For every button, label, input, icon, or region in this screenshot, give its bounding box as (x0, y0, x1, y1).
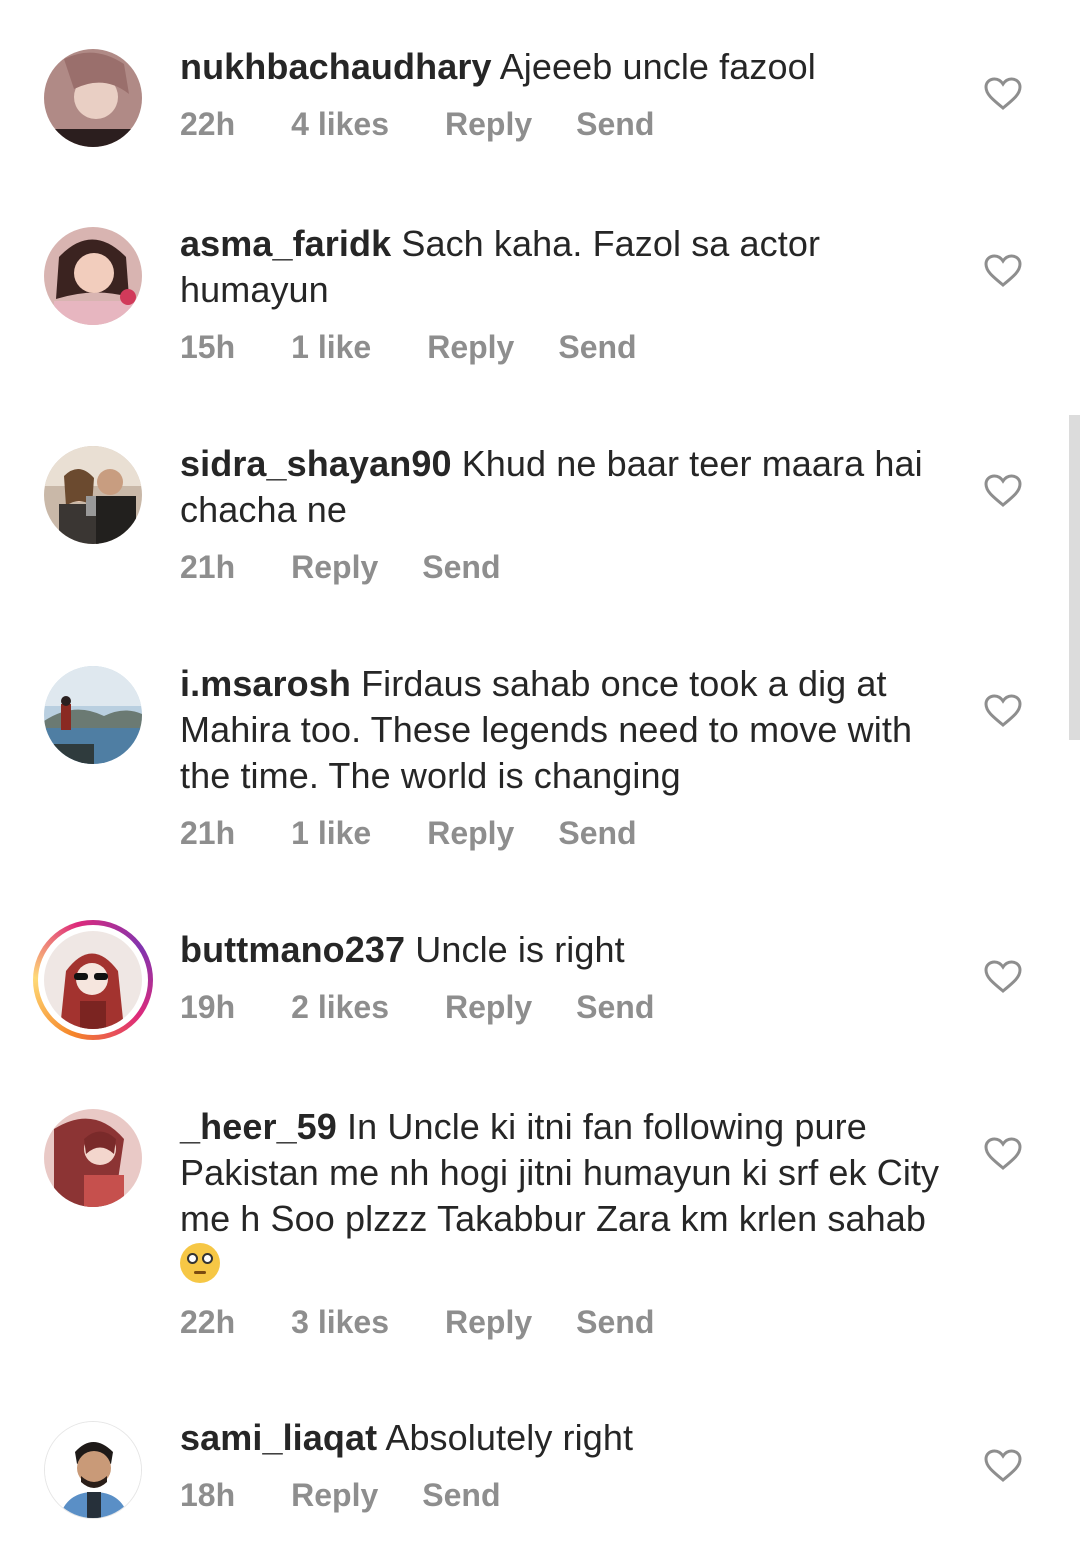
comment-body: Uncle is right (415, 929, 625, 970)
comment-username[interactable]: i.msarosh (180, 663, 351, 704)
comment-text: buttmano237 Uncle is right (180, 927, 960, 973)
send-button[interactable]: Send (422, 547, 500, 587)
comment-username[interactable]: _heer_59 (180, 1106, 337, 1147)
story-ring[interactable] (33, 920, 153, 1040)
send-button[interactable]: Send (576, 987, 654, 1027)
avatar[interactable] (44, 227, 142, 325)
heart-icon[interactable] (984, 1137, 1022, 1171)
send-button[interactable]: Send (576, 1302, 654, 1342)
comment-time: 18h (180, 1477, 236, 1513)
comment-likes[interactable]: 2 likes (291, 987, 389, 1027)
send-button[interactable]: Send (558, 813, 636, 853)
comment-meta: 22h 3 likes Reply Send (180, 1302, 960, 1342)
scrollbar[interactable] (1069, 415, 1080, 740)
reply-button[interactable]: Reply (291, 1475, 378, 1515)
reply-button[interactable]: Reply (445, 1302, 532, 1342)
reply-button[interactable]: Reply (291, 547, 378, 587)
avatar[interactable] (44, 446, 142, 544)
heart-icon[interactable] (984, 77, 1022, 111)
avatar[interactable] (44, 931, 142, 1029)
comment-body: Absolutely right (385, 1417, 634, 1458)
face-with-rolling-eyes-icon (180, 1243, 220, 1283)
send-button[interactable]: Send (422, 1475, 500, 1515)
heart-icon[interactable] (984, 694, 1022, 728)
reply-button[interactable]: Reply (445, 104, 532, 144)
comment-meta: 21h 1 like Reply Send (180, 813, 960, 853)
comment-text: sami_liaqat Absolutely right (180, 1415, 960, 1461)
heart-icon[interactable] (984, 254, 1022, 288)
comment-text: sidra_shayan90 Khud ne baar teer maara h… (180, 441, 960, 533)
avatar[interactable] (44, 1421, 142, 1519)
comment-likes[interactable]: 4 likes (291, 104, 389, 144)
comment-username[interactable]: asma_faridk (180, 223, 391, 264)
heart-icon[interactable] (984, 1449, 1022, 1483)
reply-button[interactable]: Reply (445, 987, 532, 1027)
send-button[interactable]: Send (558, 327, 636, 367)
comment-time: 15h (180, 329, 236, 365)
reply-button[interactable]: Reply (427, 327, 514, 367)
comment-body: Ajeeeb uncle fazool (499, 46, 816, 87)
comment-time: 21h (180, 815, 236, 851)
reply-button[interactable]: Reply (427, 813, 514, 853)
comment-text: _heer_59 In Uncle ki itni fan following … (180, 1104, 960, 1288)
heart-icon[interactable] (984, 960, 1022, 994)
send-button[interactable]: Send (576, 104, 654, 144)
comment-meta: 22h 4 likes Reply Send (180, 104, 960, 144)
avatar[interactable] (44, 666, 142, 764)
comment-meta: 18h Reply Send (180, 1475, 960, 1515)
comment-meta: 19h 2 likes Reply Send (180, 987, 960, 1027)
comment-username[interactable]: nukhbachaudhary (180, 46, 492, 87)
comment-text: i.msarosh Firdaus sahab once took a dig … (180, 661, 960, 799)
comment-meta: 21h Reply Send (180, 547, 960, 587)
comment-username[interactable]: sidra_shayan90 (180, 443, 452, 484)
comment-time: 22h (180, 1304, 236, 1340)
avatar[interactable] (44, 49, 142, 147)
comment-username[interactable]: sami_liaqat (180, 1417, 377, 1458)
comment-username[interactable]: buttmano237 (180, 929, 405, 970)
comment-time: 21h (180, 549, 236, 585)
comment-text: nukhbachaudhary Ajeeeb uncle fazool (180, 44, 960, 90)
avatar[interactable] (44, 1109, 142, 1207)
comment-likes[interactable]: 1 like (291, 327, 371, 367)
comment-likes[interactable]: 3 likes (291, 1302, 389, 1342)
comment-time: 19h (180, 989, 236, 1025)
comment-likes[interactable]: 1 like (291, 813, 371, 853)
heart-icon[interactable] (984, 474, 1022, 508)
comment-time: 22h (180, 106, 236, 142)
comment-text: asma_faridk Sach kaha. Fazol sa actor hu… (180, 221, 960, 313)
comment-meta: 15h 1 like Reply Send (180, 327, 960, 367)
